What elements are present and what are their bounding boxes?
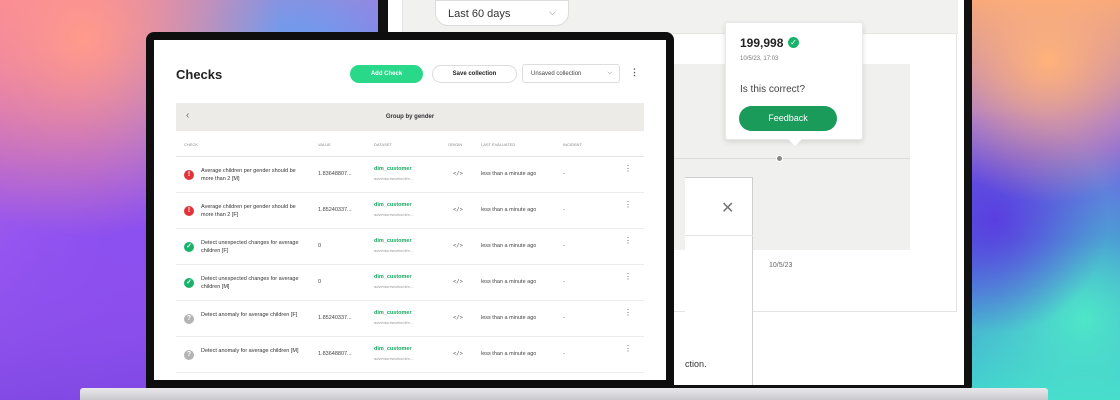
x-axis-tick-label: 10/5/23	[769, 262, 793, 269]
incident: -	[563, 315, 565, 321]
more-options-icon[interactable]: ⋮	[630, 67, 639, 78]
tooltip-question: Is this correct?	[740, 84, 806, 95]
dataset-link[interactable]: dim_customer	[374, 346, 412, 352]
check-value: 1.83648807...	[318, 351, 352, 357]
dataset-link[interactable]: dim_customer	[374, 310, 412, 316]
add-check-button[interactable]: Add Check	[350, 65, 423, 83]
dataset-path: adventureworks/dim...	[374, 356, 414, 361]
dataset-link[interactable]: dim_customer	[374, 166, 412, 172]
code-icon: </>	[453, 207, 463, 213]
table-row[interactable]: ! Average children per gender should be …	[176, 157, 644, 193]
incident: -	[563, 279, 565, 285]
group-header: ‹ Group by gender	[176, 103, 644, 131]
dataset-link[interactable]: dim_customer	[374, 238, 412, 244]
code-icon: </>	[453, 351, 463, 357]
last-evaluated: less than a minute ago	[481, 351, 537, 357]
dataset-path: adventureworks/dim...	[374, 284, 414, 289]
table-row[interactable]: ✓ Detect unexpected changes for average …	[176, 265, 644, 301]
check-value: 1.85240337...	[318, 315, 352, 321]
check-name: Detect unexpected changes for average ch…	[201, 276, 299, 290]
table-row[interactable]: ✓ Detect unexpected changes for average …	[176, 229, 644, 265]
alert-icon: !	[184, 206, 194, 216]
save-collection-button[interactable]: Save collection	[432, 65, 517, 83]
column-header-incident: INCIDENT	[563, 142, 582, 147]
row-menu-icon[interactable]: ⋮	[624, 237, 632, 253]
incident: -	[563, 171, 565, 177]
check-icon: ✓	[184, 242, 194, 252]
code-icon: </>	[453, 171, 463, 177]
check-icon: ✓	[788, 37, 799, 48]
last-evaluated: less than a minute ago	[481, 315, 537, 321]
check-name: Average children per gender should be mo…	[201, 168, 296, 182]
column-header-dataset: DATASET	[374, 142, 392, 147]
column-header-origin: ORIGIN	[448, 142, 463, 147]
check-name: Detect anomaly for average children [F]	[201, 312, 298, 318]
checks-screen: Checks Add Check Save collection Unsaved…	[154, 40, 666, 380]
row-menu-icon[interactable]: ⋮	[624, 165, 632, 181]
chevron-down-icon: ⌵	[549, 7, 556, 17]
tooltip-value: 199,998	[740, 36, 784, 50]
close-icon[interactable]: ✕	[721, 198, 734, 218]
date-range-value: Last 60 days	[448, 8, 511, 20]
tooltip-date: 10/5/23, 17:03	[740, 56, 779, 62]
code-icon: </>	[453, 315, 463, 321]
check-value: 1.85240337...	[318, 207, 352, 213]
collection-select-value: Unsaved collection	[531, 71, 582, 77]
table-row[interactable]: ! Average children per gender should be …	[176, 193, 644, 229]
incident: -	[563, 243, 565, 249]
dataset-link[interactable]: dim_customer	[374, 202, 412, 208]
last-evaluated: less than a minute ago	[481, 207, 537, 213]
side-dialog: ✕ ction.	[685, 177, 753, 385]
question-icon: ?	[184, 314, 194, 324]
page-title: Checks	[176, 67, 223, 82]
row-menu-icon[interactable]: ⋮	[624, 273, 632, 289]
table-header: CHECK VALUE DATASET ORIGIN LAST EVALUATE…	[176, 131, 644, 157]
dataset-path: adventureworks/dim...	[374, 212, 414, 217]
chart-data-point[interactable]	[776, 155, 783, 162]
group-label: Group by gender	[385, 114, 435, 120]
last-evaluated: less than a minute ago	[481, 279, 537, 285]
table-row[interactable]: ? Detect anomaly for average children [M…	[176, 337, 644, 373]
code-icon: </>	[453, 279, 463, 285]
dataset-link[interactable]: dim_customer	[374, 274, 412, 280]
dataset-path: adventureworks/dim...	[374, 320, 414, 325]
last-evaluated: less than a minute ago	[481, 171, 537, 177]
table-row[interactable]: ? Detect anomaly for average children [F…	[176, 301, 644, 337]
chevron-down-icon: ⌵	[607, 70, 612, 76]
row-menu-icon[interactable]: ⋮	[624, 309, 632, 325]
column-header-last-evaluated: LAST EVALUATED	[481, 142, 516, 147]
dialog-divider	[685, 235, 753, 236]
alert-icon: !	[184, 170, 194, 180]
data-point-tooltip: 199,998 ✓ 10/5/23, 17:03 Is this correct…	[725, 22, 863, 146]
feedback-button[interactable]: Feedback	[739, 106, 837, 131]
check-value: 1.83648807...	[318, 171, 352, 177]
code-icon: </>	[453, 243, 463, 249]
check-name: Detect unexpected changes for average ch…	[201, 240, 299, 254]
collection-select[interactable]: Unsaved collection ⌵	[522, 64, 620, 83]
check-name: Detect anomaly for average children [M]	[201, 348, 299, 354]
column-header-value: VALUE	[318, 142, 331, 147]
dataset-path: adventureworks/dim...	[374, 248, 414, 253]
row-menu-icon[interactable]: ⋮	[624, 345, 632, 361]
dataset-path: adventureworks/dim...	[374, 176, 414, 181]
dialog-text: ction.	[685, 359, 707, 369]
metric-toolbar: Last 60 days ⌵	[403, 0, 958, 34]
column-header-check: CHECK	[184, 142, 199, 147]
incident: -	[563, 351, 565, 357]
laptop-base	[80, 388, 1048, 400]
date-range-select[interactable]: Last 60 days ⌵	[435, 0, 569, 26]
question-icon: ?	[184, 350, 194, 360]
check-value: 0	[318, 243, 322, 249]
row-menu-icon[interactable]: ⋮	[624, 201, 632, 217]
incident: -	[563, 207, 565, 213]
check-value: 0	[318, 279, 322, 285]
check-icon: ✓	[184, 278, 194, 288]
last-evaluated: less than a minute ago	[481, 243, 537, 249]
check-name: Average children per gender should be mo…	[201, 204, 296, 218]
